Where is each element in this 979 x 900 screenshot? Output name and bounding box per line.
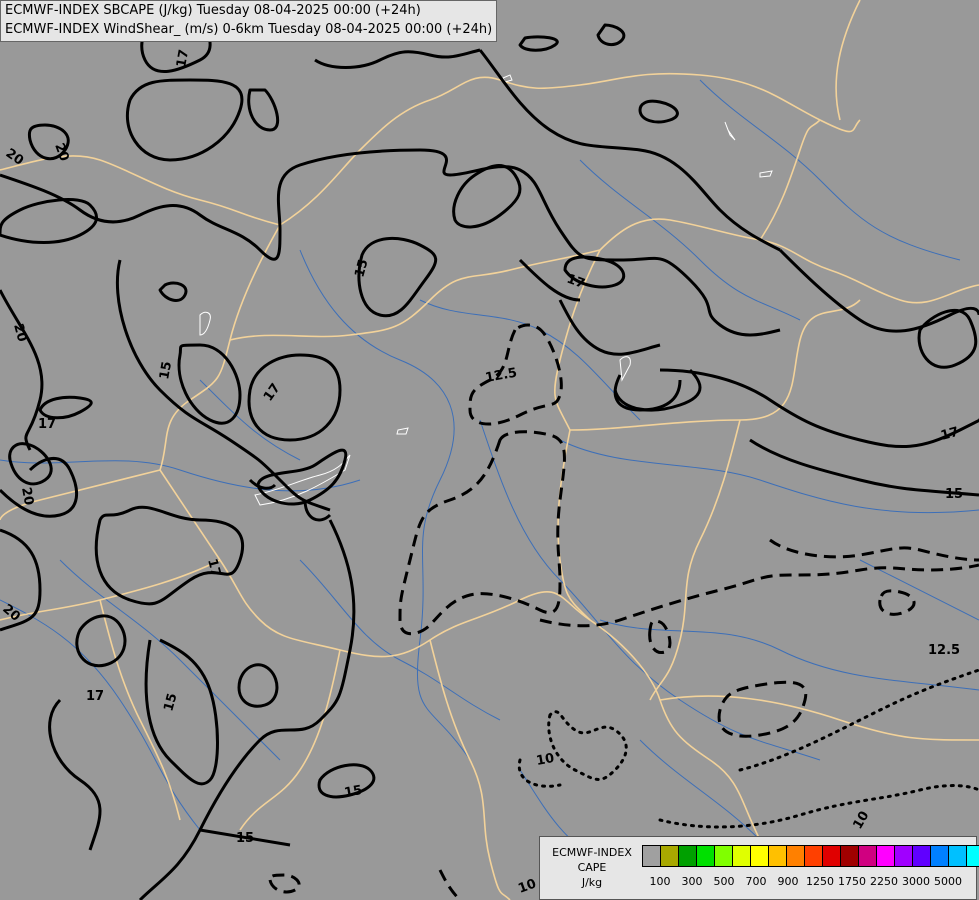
title-line-windshear: ECMWF-INDEX WindShear_ (m/s) 0-6km Tuesd… <box>5 22 493 37</box>
legend-swatch <box>912 845 931 867</box>
legend-swatch <box>642 845 661 867</box>
legend-tick: 100 <box>649 875 671 888</box>
legend-title: ECMWF-INDEX CAPE J/kg <box>544 845 640 890</box>
legend-swatch <box>876 845 895 867</box>
map-title: ECMWF-INDEX SBCAPE (J/kg) Tuesday 08-04-… <box>0 0 498 42</box>
contour-label: 15 <box>945 487 963 502</box>
title-line-cape: ECMWF-INDEX SBCAPE (J/kg) Tuesday 08-04-… <box>5 3 421 18</box>
legend-tick: 1750 <box>838 875 866 888</box>
legend-swatch <box>966 845 979 867</box>
legend-swatch <box>858 845 877 867</box>
legend-swatch <box>822 845 841 867</box>
legend-swatch <box>894 845 913 867</box>
legend-tick: 900 <box>777 875 799 888</box>
contour-label: 17 <box>86 689 104 704</box>
contour-label: 17 <box>174 48 192 68</box>
contour-label: 12.5 <box>928 643 960 658</box>
legend-swatch <box>948 845 967 867</box>
legend-tick: 1250 <box>806 875 834 888</box>
legend-tick-labels: 100 300 500 700 900 1250 1750 2250 3000 5000 <box>643 875 973 889</box>
legend-source: ECMWF-INDEX <box>552 846 632 859</box>
legend-tick: 300 <box>681 875 703 888</box>
legend-swatch <box>678 845 697 867</box>
contour-label: 10 <box>535 751 555 769</box>
contour-label: 15 <box>157 360 175 380</box>
contour-label: 20 <box>18 486 36 506</box>
contour-label: 15 <box>236 831 254 846</box>
legend-swatch <box>750 845 769 867</box>
legend-swatch <box>930 845 949 867</box>
legend-swatch <box>768 845 787 867</box>
weather-map: 17 20 20 15 17 20 15 17 17 12.5 20 17 17… <box>0 0 979 900</box>
legend-color-bar <box>642 845 979 867</box>
legend-tick: 3000 <box>902 875 930 888</box>
legend-swatch <box>786 845 805 867</box>
legend-tick: 500 <box>713 875 735 888</box>
legend-swatch <box>696 845 715 867</box>
legend-tick: 700 <box>745 875 767 888</box>
contour-label: 17 <box>38 417 56 432</box>
legend-unit: J/kg <box>581 876 603 889</box>
legend-variable: CAPE <box>577 861 607 874</box>
legend-swatch <box>804 845 823 867</box>
legend-tick: 2250 <box>870 875 898 888</box>
legend-swatch <box>714 845 733 867</box>
contour-label: 15 <box>343 783 363 801</box>
legend-swatch <box>840 845 859 867</box>
cape-legend: ECMWF-INDEX CAPE J/kg 100 300 500 700 900 125… <box>539 836 979 900</box>
legend-swatch <box>732 845 751 867</box>
legend-tick: 5000 <box>934 875 962 888</box>
legend-swatch <box>660 845 679 867</box>
